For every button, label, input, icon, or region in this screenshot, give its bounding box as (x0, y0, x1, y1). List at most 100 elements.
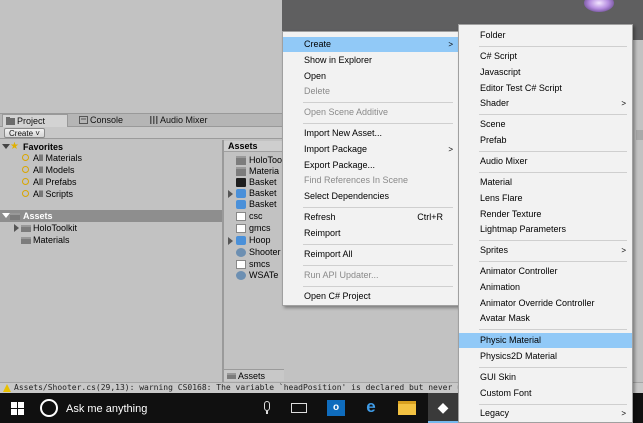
prefab-icon (236, 189, 246, 198)
menu-item-lens-flare[interactable]: Lens Flare (459, 191, 632, 206)
list-item[interactable]: Basket (228, 188, 284, 199)
menu-item-export-package[interactable]: Export Package... (283, 158, 459, 173)
menu-item-custom-font[interactable]: Custom Font (459, 386, 632, 401)
panel-tab-bar: Project Console Audio Mixer (0, 113, 282, 127)
menu-item-open[interactable]: Open (283, 69, 459, 84)
collapse-arrow-icon[interactable] (2, 144, 10, 149)
tree-item-label: HoloToolkit (33, 223, 78, 233)
list-item[interactable]: smcs (228, 259, 284, 270)
inspector-strip-tab[interactable] (636, 130, 643, 140)
create-dropdown-button[interactable]: Create ˅ (4, 128, 45, 138)
menu-item-show-in-explorer[interactable]: Show in Explorer (283, 53, 459, 68)
script-icon (236, 248, 246, 257)
menu-separator (479, 367, 627, 368)
tree-item-holotoolkit[interactable]: HoloToolkit (0, 222, 222, 234)
menu-item-shader[interactable]: Shader > (459, 96, 632, 111)
warning-icon (3, 384, 11, 392)
task-view-icon[interactable] (291, 403, 307, 413)
tree-item-label: All Models (33, 165, 75, 175)
list-item[interactable]: csc (228, 211, 284, 222)
edge-browser-icon[interactable]: e (362, 398, 380, 416)
tree-item-all-materials[interactable]: All Materials (0, 152, 222, 164)
menu-item-import-package[interactable]: Import Package > (283, 142, 459, 157)
menu-item-scene[interactable]: Scene (459, 117, 632, 132)
list-item[interactable]: Basket (228, 177, 284, 188)
menu-item-delete[interactable]: Delete (283, 84, 459, 99)
menu-separator (303, 102, 453, 103)
folder-icon (10, 213, 20, 220)
menu-item-avatar-mask[interactable]: Avatar Mask (459, 311, 632, 326)
tab-project[interactable]: Project (2, 114, 68, 127)
tree-item-all-models[interactable]: All Models (0, 164, 222, 176)
menu-item-animation[interactable]: Animation (459, 280, 632, 295)
menu-item-sprites[interactable]: Sprites > (459, 243, 632, 258)
list-item[interactable]: Basket (228, 199, 284, 210)
menu-item-reimport-all[interactable]: Reimport All (283, 247, 459, 262)
menu-item-gui-skin[interactable]: GUI Skin (459, 370, 632, 385)
tab-audio-mixer[interactable]: Audio Mixer (146, 114, 242, 127)
menu-item-csharp-script[interactable]: C# Script (459, 49, 632, 64)
list-item[interactable]: Hoop (228, 235, 284, 246)
tab-console[interactable]: Console (76, 114, 142, 127)
menu-item-open-scene-additive[interactable]: Open Scene Additive (283, 105, 459, 120)
menu-item-physics2d-material[interactable]: Physics2D Material (459, 349, 632, 364)
expand-arrow-icon[interactable] (228, 237, 233, 245)
prefab-icon (236, 200, 246, 209)
menu-item-lightmap-parameters[interactable]: Lightmap Parameters (459, 222, 632, 237)
asset-path-footer: Assets (224, 369, 284, 381)
search-icon (22, 178, 29, 185)
menu-item-legacy[interactable]: Legacy > (459, 406, 632, 421)
taskbar-search-input[interactable]: Ask me anything (66, 403, 147, 415)
menu-item-create[interactable]: Create > (283, 37, 459, 52)
asset-list-header: Assets (224, 141, 284, 152)
tree-item-materials[interactable]: Materials (0, 234, 222, 246)
menu-separator (303, 244, 453, 245)
menu-item-audio-mixer[interactable]: Audio Mixer (459, 154, 632, 169)
menu-item-open-csharp-project[interactable]: Open C# Project (283, 289, 459, 304)
search-icon (22, 154, 29, 161)
search-icon (22, 166, 29, 173)
menu-item-prefab[interactable]: Prefab (459, 133, 632, 148)
tree-item-all-scripts[interactable]: All Scripts (0, 188, 222, 200)
file-icon (236, 260, 246, 269)
menu-item-javascript[interactable]: Javascript (459, 65, 632, 80)
menu-item-refresh[interactable]: Refresh Ctrl+R (283, 210, 459, 225)
menu-item-render-texture[interactable]: Render Texture (459, 207, 632, 222)
tree-item-label: All Scripts (33, 189, 74, 199)
menu-item-animator-override[interactable]: Animator Override Controller (459, 296, 632, 311)
collapse-arrow-icon[interactable] (2, 213, 10, 218)
list-item[interactable]: WSATe (228, 270, 284, 281)
menu-item-find-references[interactable]: Find References In Scene (283, 173, 459, 188)
outlook-icon[interactable]: o (327, 400, 345, 416)
file-explorer-icon[interactable] (398, 401, 416, 415)
menu-item-folder[interactable]: Folder (459, 28, 632, 43)
expand-arrow-icon[interactable] (14, 224, 19, 232)
list-item[interactable]: Shooter (228, 247, 284, 258)
menu-separator (479, 240, 627, 241)
cortana-icon[interactable] (40, 399, 58, 417)
list-item[interactable]: HoloToo (228, 155, 284, 166)
list-item[interactable]: Materia (228, 166, 284, 177)
list-item[interactable]: gmcs (228, 223, 284, 234)
menu-item-material[interactable]: Material (459, 175, 632, 190)
shortcut-label: Ctrl+R (417, 212, 443, 222)
tree-item-assets[interactable]: Assets (0, 210, 222, 222)
menu-separator (303, 207, 453, 208)
menu-item-select-dependencies[interactable]: Select Dependencies (283, 189, 459, 204)
submenu-arrow-icon: > (448, 40, 453, 49)
status-message: Assets/Shooter.cs(29,13): warning CS0168… (14, 383, 477, 392)
folder-icon (21, 225, 31, 232)
menu-item-editor-test[interactable]: Editor Test C# Script (459, 81, 632, 96)
menu-separator (479, 404, 627, 405)
menu-item-import-new-asset[interactable]: Import New Asset... (283, 126, 459, 141)
menu-item-animator-controller[interactable]: Animator Controller (459, 264, 632, 279)
tree-item-label: All Materials (33, 153, 83, 163)
expand-arrow-icon[interactable] (228, 190, 233, 198)
tree-item-all-prefabs[interactable]: All Prefabs (0, 176, 222, 188)
windows-start-icon[interactable] (11, 402, 24, 415)
menu-item-run-api-updater[interactable]: Run API Updater... (283, 268, 459, 283)
microphone-icon[interactable] (264, 401, 270, 411)
menu-separator (303, 123, 453, 124)
menu-item-physic-material[interactable]: Physic Material (459, 333, 632, 348)
menu-item-reimport[interactable]: Reimport (283, 226, 459, 241)
